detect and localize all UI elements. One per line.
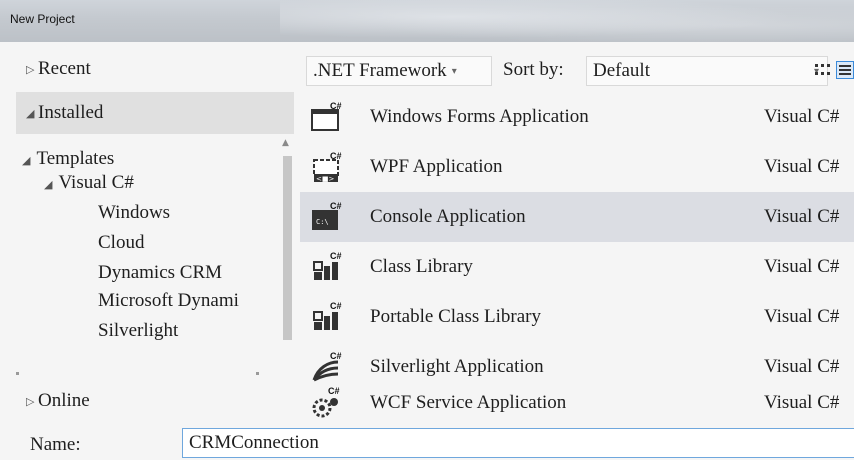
class-library-icon: C# bbox=[313, 251, 342, 280]
template-row-class-library[interactable]: C# Class Library Visual C# bbox=[300, 242, 854, 292]
template-name: Windows Forms Application bbox=[370, 106, 589, 127]
template-name: Portable Class Library bbox=[370, 306, 541, 327]
expanded-triangle-icon: ◢ bbox=[26, 106, 35, 120]
nav-installed[interactable]: ◢ Installed bbox=[16, 92, 294, 134]
tree-item-silverlight[interactable]: Silverlight bbox=[98, 320, 178, 342]
tree-vertical-scrollbar[interactable]: ▲ bbox=[280, 138, 294, 374]
nav-online-label: Online bbox=[38, 390, 90, 411]
template-name: Class Library bbox=[370, 256, 473, 277]
collapsed-triangle-icon: ▷ bbox=[26, 394, 35, 408]
template-name: WPF Application bbox=[370, 156, 503, 177]
left-navigation: ▷ Recent ◢ Installed ◢ Templates ◢ Visual … bbox=[16, 42, 294, 422]
dialog-content: ▷ Recent ◢ Installed ◢ Templates ◢ Visual … bbox=[0, 42, 854, 460]
template-row-wpf[interactable]: <■> C# WPF Application Visual C# bbox=[300, 142, 854, 192]
scroll-up-arrow-icon[interactable]: ▲ bbox=[282, 138, 289, 148]
tree-item-templates[interactable]: ◢ Templates bbox=[22, 148, 114, 170]
name-label: Name: bbox=[30, 434, 81, 455]
wcf-service-icon: C# bbox=[312, 386, 340, 418]
template-name: Console Application bbox=[370, 206, 526, 227]
template-language: Visual C# bbox=[764, 306, 840, 327]
template-row-windows-forms[interactable]: C# Windows Forms Application Visual C# bbox=[300, 92, 854, 142]
console-icon: C:\ C# bbox=[312, 201, 342, 230]
scroll-left-marker bbox=[16, 372, 19, 375]
svg-text:C#: C# bbox=[330, 151, 342, 161]
sort-by-label: Sort by: bbox=[503, 59, 564, 80]
svg-text:C#: C# bbox=[330, 251, 342, 261]
template-name: Silverlight Application bbox=[370, 356, 544, 377]
sort-by-dropdown[interactable]: Default ▾ bbox=[586, 56, 828, 86]
template-language: Visual C# bbox=[764, 106, 840, 127]
framework-dropdown[interactable]: .NET Framework ▾ bbox=[306, 56, 492, 86]
tree-item-windows[interactable]: Windows bbox=[98, 202, 170, 224]
windows-forms-icon: C# bbox=[311, 101, 342, 131]
svg-text:C#: C# bbox=[330, 351, 342, 361]
tree-item-cloud[interactable]: Cloud bbox=[98, 232, 144, 254]
window-title: New Project bbox=[10, 12, 75, 26]
expanded-triangle-icon: ◢ bbox=[44, 178, 53, 191]
template-row-wcf-service[interactable]: C# WCF Service Application Visual C# bbox=[300, 378, 854, 422]
svg-text:C#: C# bbox=[330, 301, 342, 311]
nav-installed-label: Installed bbox=[38, 102, 104, 123]
template-row-console[interactable]: C:\ C# Console Application Visual C# bbox=[300, 192, 854, 242]
nav-recent-label: Recent bbox=[38, 58, 91, 79]
title-bar: New Project bbox=[0, 0, 854, 42]
wpf-icon: <■> C# bbox=[313, 151, 342, 183]
tree-item-visual-csharp[interactable]: ◢ Visual C# bbox=[44, 172, 134, 194]
nav-recent[interactable]: ▷ Recent bbox=[16, 48, 294, 90]
template-list: C# Windows Forms Application Visual C# <… bbox=[300, 92, 854, 422]
scrollbar-thumb[interactable] bbox=[283, 156, 292, 340]
template-language: Visual C# bbox=[764, 356, 840, 377]
tree-item-microsoft-dynamics[interactable]: Microsoft Dynami bbox=[98, 290, 239, 312]
nav-online[interactable]: ▷ Online bbox=[16, 380, 294, 422]
template-toolbar: .NET Framework ▾ Sort by: Default ▾ bbox=[306, 56, 854, 86]
template-language: Visual C# bbox=[764, 392, 840, 413]
name-field-row: Name: bbox=[0, 422, 854, 460]
tree-item-templates-label: Templates bbox=[36, 148, 115, 169]
svg-text:C#: C# bbox=[330, 101, 342, 111]
template-row-portable-class-library[interactable]: C# Portable Class Library Visual C# bbox=[300, 292, 854, 342]
template-tree: ◢ Templates ◢ Visual C# Windows Cloud Dyna… bbox=[16, 144, 280, 372]
list-view-icon[interactable] bbox=[836, 61, 854, 79]
template-name: WCF Service Application bbox=[370, 392, 567, 413]
project-name-input[interactable] bbox=[182, 428, 854, 458]
svg-text:C#: C# bbox=[330, 201, 342, 211]
title-bar-glass bbox=[280, 0, 854, 42]
sort-by-dropdown-value: Default bbox=[593, 60, 650, 81]
framework-dropdown-value: .NET Framework bbox=[313, 60, 447, 81]
svg-text:C:\: C:\ bbox=[316, 218, 329, 226]
template-language: Visual C# bbox=[764, 206, 840, 227]
svg-text:C#: C# bbox=[328, 386, 340, 396]
collapsed-triangle-icon: ▷ bbox=[26, 62, 35, 76]
portable-class-library-icon: C# bbox=[313, 301, 342, 330]
expanded-triangle-icon: ◢ bbox=[22, 154, 31, 167]
tree-horizontal-scrollbar[interactable] bbox=[16, 372, 280, 376]
scroll-right-marker bbox=[256, 372, 259, 375]
template-language: Visual C# bbox=[764, 156, 840, 177]
template-language: Visual C# bbox=[764, 256, 840, 277]
tree-item-visual-csharp-label: Visual C# bbox=[58, 172, 134, 193]
chevron-down-icon: ▾ bbox=[451, 65, 457, 77]
svg-text:<■>: <■> bbox=[316, 175, 334, 183]
small-icons-view-icon[interactable] bbox=[812, 61, 830, 79]
tree-item-dynamics-crm[interactable]: Dynamics CRM bbox=[98, 262, 222, 284]
